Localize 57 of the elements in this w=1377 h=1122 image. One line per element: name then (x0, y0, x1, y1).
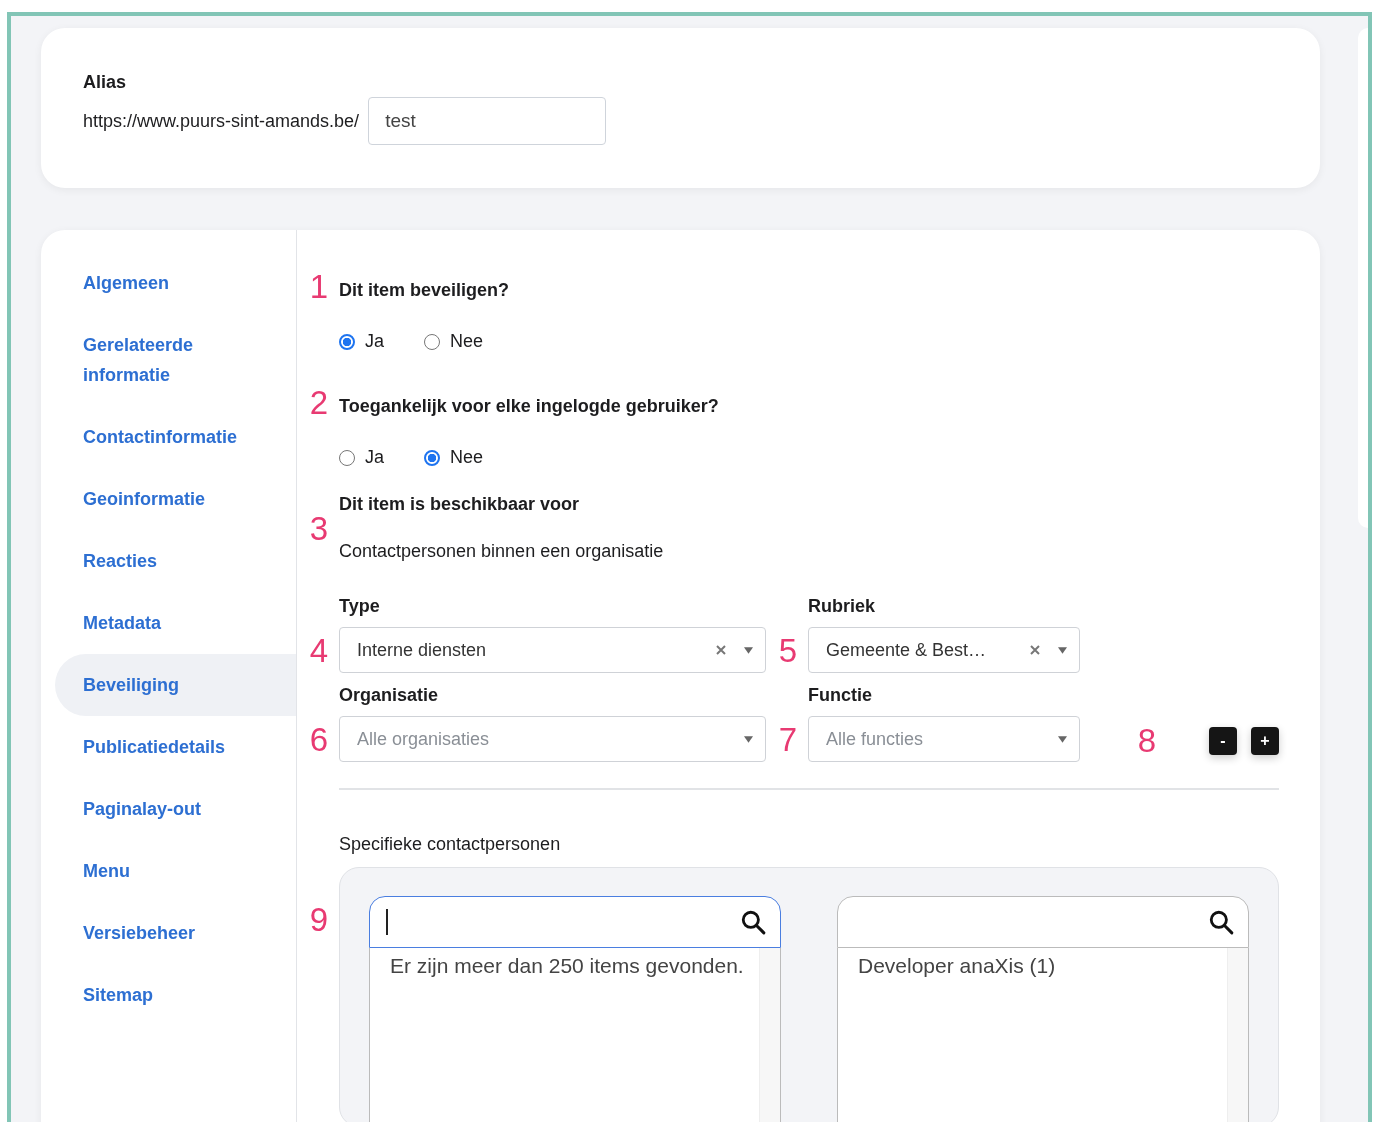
radio-label: Nee (450, 331, 484, 352)
field-label: Rubriek (808, 596, 877, 617)
sidebar-item[interactable]: Publicatiedetails (55, 732, 253, 762)
alias-input-field[interactable]: test (368, 97, 607, 145)
annotation-number: 3 (308, 511, 330, 545)
annotation-number: 4 (308, 633, 330, 667)
sidebar-item[interactable]: Metadata (55, 608, 253, 638)
field-label: Organisatie (339, 685, 440, 706)
section-subtitle: Contactpersonen binnen een organisatie (339, 541, 664, 562)
radio-button[interactable] (339, 333, 355, 350)
radio-label: Ja (365, 447, 384, 468)
annotation-number: 6 (308, 722, 330, 756)
field-label: Type (339, 596, 381, 617)
sidebar-item[interactable]: Menu (55, 856, 253, 886)
caret-icon (1058, 735, 1067, 743)
field-label: Functie (808, 685, 873, 706)
dropdown-field[interactable]: Alle functies (808, 716, 1080, 762)
clear-icon[interactable] (716, 645, 726, 655)
sidebar-item[interactable]: Versiebeheer (55, 918, 253, 948)
annotation-number: 7 (777, 722, 799, 756)
caret-icon (744, 735, 753, 743)
section-label: Specifieke contactpersonen (339, 834, 562, 855)
caret-icon (1058, 646, 1067, 654)
annotation-number: 2 (308, 386, 330, 419)
annotation-number: 9 (308, 903, 330, 940)
clear-icon[interactable] (1030, 645, 1040, 655)
search-field[interactable] (837, 896, 1249, 948)
section-title: Dit item is beschikbaar voor (339, 494, 581, 515)
annotation-number: 5 (777, 633, 799, 667)
search-icon (1208, 909, 1234, 935)
annotation-number: 8 (1136, 724, 1158, 757)
sidebar-item[interactable]: Contactinformatie (55, 422, 253, 452)
list-item[interactable]: Er zijn meer dan 250 items gevonden. (390, 954, 759, 978)
url-prefix: https://www.puurs-sint-amands.be/ (83, 110, 360, 132)
radio-button[interactable] (424, 449, 440, 466)
question-label: Toegankelijk voor elke ingelogde gebruiker? (339, 396, 719, 417)
dropdown-field[interactable]: Interne diensten (339, 627, 766, 673)
caret-icon (744, 646, 753, 654)
sidebar-item[interactable]: Gerelateerde informatie (55, 330, 253, 390)
sidebar-item[interactable]: Reacties (55, 546, 253, 576)
sidebar-item[interactable]: Sitemap (55, 980, 253, 1010)
radio-label: Nee (450, 447, 484, 468)
question-label: Dit item beveiligen? (339, 280, 510, 301)
row-button[interactable]: - (1209, 726, 1237, 755)
list-item[interactable]: Developer anaXis (1) (858, 954, 1227, 978)
sidebar-item[interactable]: Algemeen (55, 268, 253, 298)
row-button[interactable]: + (1251, 726, 1279, 755)
radio-label: Ja (365, 331, 384, 352)
sidebar-item[interactable]: Paginalay-out (55, 794, 253, 824)
dropdown-field[interactable]: Gemeente & Best… (808, 627, 1080, 673)
annotation-number: 1 (308, 270, 330, 303)
sidebar-item[interactable]: Beveiliging (55, 654, 296, 716)
sidebar-item[interactable]: Geoinformatie (55, 484, 253, 514)
dropdown-field[interactable]: Alle organisaties (339, 716, 766, 762)
search-field[interactable] (369, 896, 781, 948)
alias-label: Alias (83, 72, 128, 93)
search-icon (740, 909, 766, 935)
